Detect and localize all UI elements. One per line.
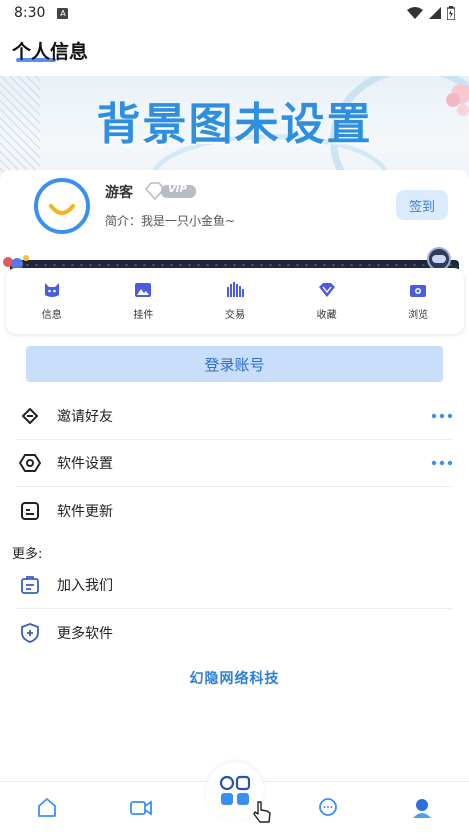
battery-icon — [447, 6, 455, 20]
row-label: 软件设置 — [57, 456, 113, 472]
title-bar: 个人信息 — [0, 26, 469, 74]
bars-icon — [226, 282, 244, 297]
section-title-more: 更多: — [12, 547, 43, 562]
signin-button[interactable]: 签到 — [396, 190, 448, 220]
quick-item-info[interactable]: 信息 — [6, 268, 98, 334]
status-bar: 8:30 A — [0, 0, 469, 26]
image-icon — [135, 283, 152, 297]
quick-item-trade[interactable]: 交易 — [189, 268, 281, 334]
signal-icon — [429, 7, 441, 19]
status-icons — [407, 6, 455, 20]
apps-icon — [219, 775, 251, 805]
list-item-update[interactable]: 软件更新 — [16, 487, 453, 534]
cat-icon — [44, 283, 59, 297]
quick-label: 浏览 — [408, 310, 429, 321]
quick-label: 信息 — [41, 310, 62, 321]
home-icon[interactable] — [35, 796, 59, 820]
quick-label: 收藏 — [316, 310, 337, 321]
row-label: 加入我们 — [57, 578, 113, 594]
shield-plus-icon — [21, 622, 39, 643]
hand-pointer-icon — [253, 801, 271, 823]
avatar[interactable] — [34, 178, 90, 234]
list-item-more-apps[interactable]: 更多软件 — [16, 609, 453, 656]
vip-label: VIP — [168, 184, 187, 195]
app-notification-icon: A — [57, 7, 69, 19]
footer-brand: 幻隐网络科技 — [189, 671, 280, 687]
wifi-icon — [407, 7, 423, 19]
list-item-invite[interactable]: 邀请好友 — [16, 393, 453, 440]
more-dots-icon[interactable] — [431, 460, 453, 466]
chat-icon[interactable] — [316, 796, 340, 820]
quick-menu-panel: 信息 挂件 交易 收藏 浏览 — [6, 268, 464, 334]
update-icon — [21, 501, 39, 520]
quick-item-browse[interactable]: 浏览 — [372, 268, 464, 334]
settings-hex-icon — [19, 454, 41, 472]
more-dots-icon[interactable] — [431, 413, 453, 419]
diamond-icon — [318, 283, 335, 297]
quick-label: 挂件 — [133, 310, 154, 321]
smile-icon — [49, 204, 75, 215]
quick-item-pendant[interactable]: 挂件 — [98, 268, 190, 334]
banner-title: 背景图未设置 — [96, 99, 373, 150]
row-label: 软件更新 — [57, 503, 113, 520]
video-icon[interactable] — [129, 796, 153, 820]
list-item-settings[interactable]: 软件设置 — [16, 440, 453, 487]
row-label: 更多软件 — [57, 625, 113, 642]
login-button[interactable]: 登录账号 — [26, 346, 443, 382]
list-item-join[interactable]: 加入我们 — [16, 562, 453, 609]
invite-icon — [22, 408, 38, 424]
quick-item-favorites[interactable]: 收藏 — [281, 268, 373, 334]
username: 游客 — [105, 185, 133, 201]
status-time: 8:30 — [14, 5, 46, 21]
row-label: 邀请好友 — [57, 409, 113, 425]
apps-nav-button[interactable] — [206, 762, 271, 823]
profile-icon[interactable] — [410, 796, 434, 820]
camera-icon — [410, 285, 427, 297]
quick-label: 交易 — [224, 310, 245, 321]
page-title: 个人信息 — [12, 41, 89, 63]
join-icon — [21, 576, 39, 594]
profile-bio: 简介：我是一只小金鱼~ — [105, 214, 236, 228]
